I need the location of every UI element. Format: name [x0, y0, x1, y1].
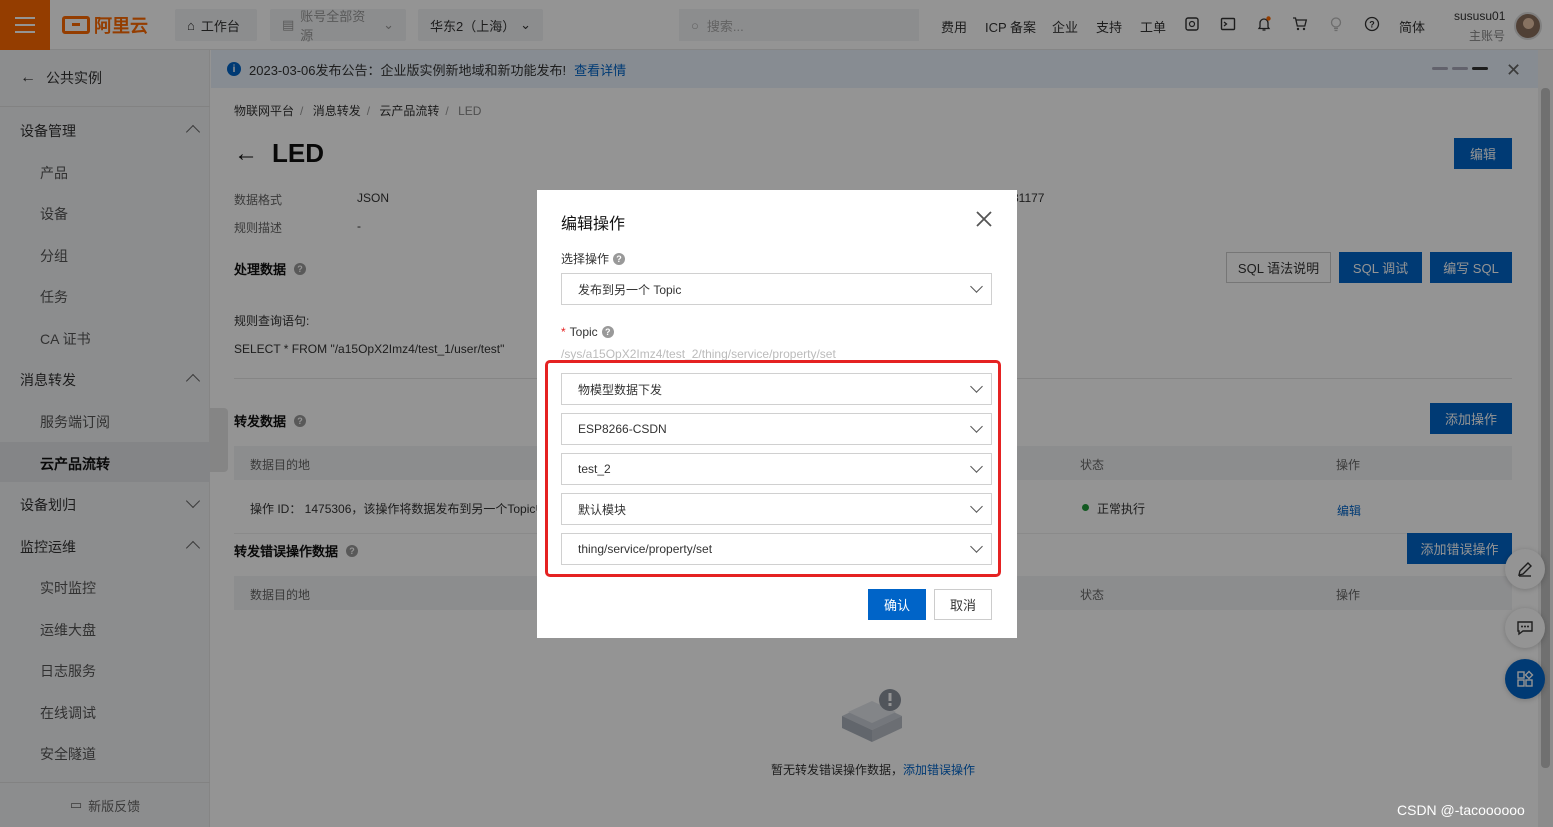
cancel-button[interactable]: 取消 [934, 589, 992, 620]
watermark-text: CSDN @-tacoooooo [1397, 802, 1525, 818]
action-type-select[interactable]: 发布到另一个 Topic [561, 273, 992, 305]
select-action-label-text: 选择操作 [561, 252, 610, 266]
required-mark: * [561, 325, 566, 339]
action-type-value: 发布到另一个 Topic [578, 282, 682, 297]
chevron-down-icon [970, 280, 983, 293]
help-icon[interactable]: ? [613, 252, 626, 265]
dialog-title: 编辑操作 [561, 216, 626, 233]
close-icon[interactable] [973, 208, 995, 230]
edit-action-dialog: 编辑操作 选择操作? 发布到另一个 Topic * Topic? /sys/a1… [537, 190, 1017, 638]
highlight-annotation-box [545, 360, 1001, 577]
select-action-label: 选择操作? [561, 250, 626, 267]
topic-label-text: Topic [569, 325, 598, 339]
topic-label: * Topic? [561, 325, 614, 339]
topic-path-hint: /sys/a15OpX2Imz4/test_2/thing/service/pr… [561, 347, 836, 361]
confirm-button[interactable]: 确认 [868, 589, 926, 620]
help-icon[interactable]: ? [601, 326, 614, 338]
